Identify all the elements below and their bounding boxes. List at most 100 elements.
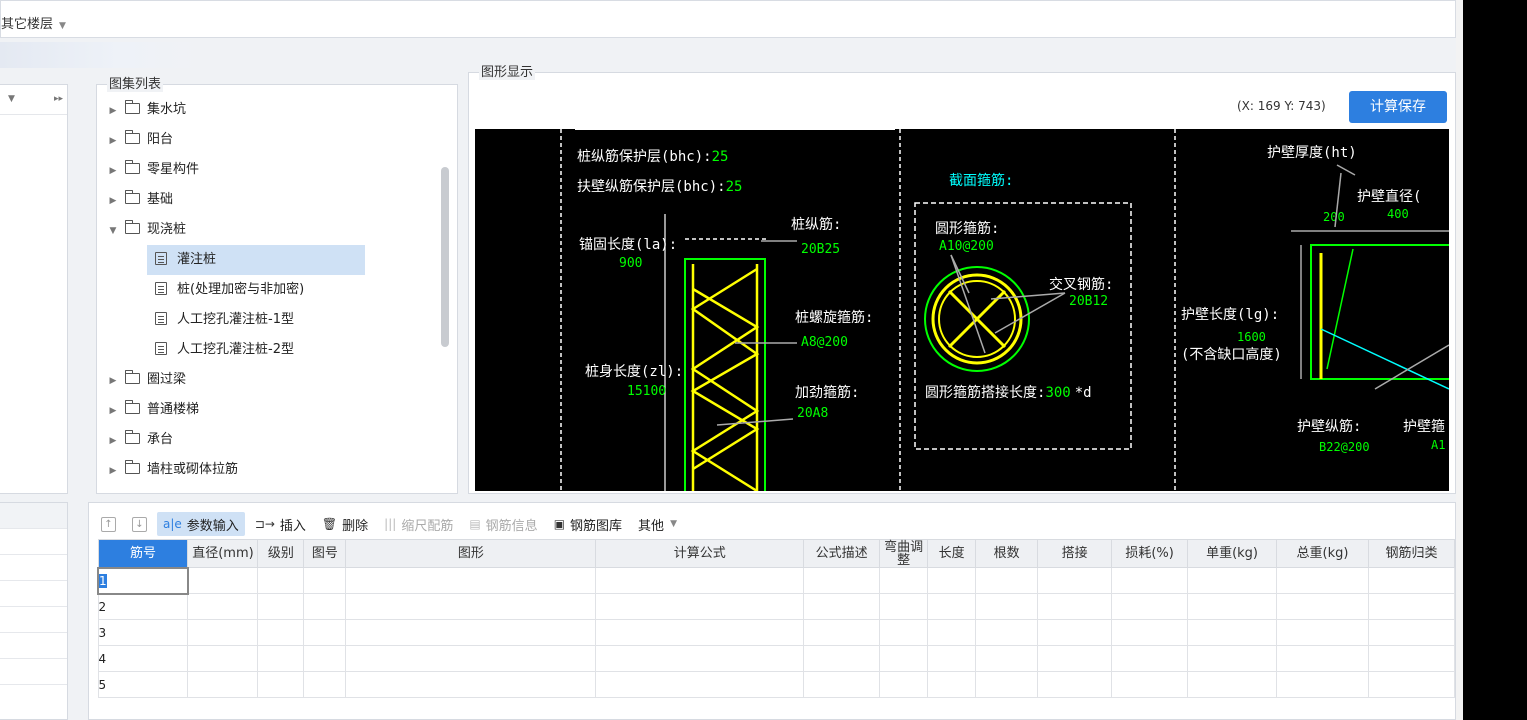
drawing-canvas[interactable]: 桩纵筋保护层(bhc):25 扶壁纵筋保护层(bhc):25 锚固长度(la):…: [475, 129, 1449, 491]
table-row[interactable]: 4: [97, 645, 1456, 672]
move-up-button[interactable]: ↑: [95, 512, 122, 536]
window-scrollbar[interactable]: [1456, 0, 1463, 720]
tree-folder-item[interactable]: ▶ 承台: [107, 425, 437, 455]
table-cell[interactable]: [257, 593, 305, 620]
table-cell[interactable]: [879, 567, 929, 594]
row-number-cell[interactable]: 5: [97, 671, 189, 698]
tree-scrollbar-thumb[interactable]: [441, 167, 449, 347]
table-cell[interactable]: [257, 671, 305, 698]
column-header[interactable]: 钢筋归类: [1367, 539, 1456, 568]
table-cell[interactable]: [803, 645, 881, 672]
bar-library-button[interactable]: ▣ 钢筋图库: [548, 512, 628, 536]
table-cell[interactable]: [257, 645, 305, 672]
table-cell[interactable]: [345, 619, 597, 646]
tree-folder-item[interactable]: ▶ 圈过梁: [107, 365, 437, 395]
table-cell[interactable]: [879, 619, 929, 646]
table-cell[interactable]: [1037, 671, 1113, 698]
chevron-right-icon[interactable]: ▶: [107, 426, 119, 456]
tree-folder-item[interactable]: ▶ 阳台: [107, 125, 437, 155]
row-number-cell[interactable]: 4: [97, 645, 189, 672]
table-cell[interactable]: [1037, 593, 1113, 620]
table-cell[interactable]: [595, 567, 805, 594]
column-header[interactable]: 总重(kg): [1276, 539, 1369, 568]
list-item[interactable]: [0, 503, 67, 529]
table-row[interactable]: 3: [97, 619, 1456, 646]
table-cell[interactable]: [803, 619, 881, 646]
double-chevron-right-icon[interactable]: ▸▸: [54, 94, 63, 104]
scale-bar-button[interactable]: ||| 缩尺配筋: [378, 512, 459, 536]
table-cell[interactable]: [187, 567, 259, 594]
calculate-save-button[interactable]: 计算保存: [1349, 91, 1447, 123]
table-cell[interactable]: [1367, 671, 1456, 698]
table-cell[interactable]: [303, 567, 347, 594]
table-cell[interactable]: [257, 567, 305, 594]
table-cell[interactable]: [345, 593, 597, 620]
table-cell[interactable]: [257, 619, 305, 646]
chevron-right-icon[interactable]: ▶: [107, 366, 119, 396]
insert-button[interactable]: ⊐→ 插入: [249, 512, 312, 536]
table-cell[interactable]: [187, 593, 259, 620]
list-item[interactable]: [0, 633, 67, 659]
table-cell[interactable]: [927, 593, 977, 620]
table-cell[interactable]: [1187, 567, 1278, 594]
table-cell[interactable]: [927, 567, 977, 594]
chevron-down-icon[interactable]: ▼: [107, 216, 119, 246]
table-cell[interactable]: [345, 671, 597, 698]
table-cell[interactable]: [1111, 619, 1189, 646]
list-item[interactable]: [0, 529, 67, 555]
table-row[interactable]: 1: [97, 566, 1456, 595]
param-input-button[interactable]: a|e 参数输入: [157, 512, 245, 536]
column-header[interactable]: 长度: [927, 539, 977, 568]
chevron-right-icon[interactable]: ▶: [107, 456, 119, 486]
table-cell[interactable]: [1037, 619, 1113, 646]
table-cell[interactable]: [1187, 671, 1278, 698]
list-item[interactable]: [0, 607, 67, 633]
table-cell[interactable]: [1187, 593, 1278, 620]
list-item[interactable]: [0, 555, 67, 581]
table-cell[interactable]: [1276, 671, 1369, 698]
table-cell[interactable]: [1276, 593, 1369, 620]
tree-leaf-item[interactable]: 人工挖孔灌注桩-2型: [107, 335, 437, 365]
column-header[interactable]: 图形: [345, 539, 597, 568]
column-header[interactable]: 直径(mm): [187, 539, 259, 568]
table-cell[interactable]: [1187, 645, 1278, 672]
table-cell[interactable]: [975, 645, 1039, 672]
table-cell[interactable]: [879, 593, 929, 620]
table-cell[interactable]: [303, 645, 347, 672]
move-down-button[interactable]: ↓: [126, 512, 153, 536]
other-menu-button[interactable]: 其他 ▼: [632, 512, 683, 536]
table-cell[interactable]: [345, 567, 597, 594]
table-cell[interactable]: [187, 645, 259, 672]
table-cell[interactable]: [1111, 593, 1189, 620]
table-cell[interactable]: [803, 567, 881, 594]
list-item[interactable]: [0, 659, 67, 685]
column-header[interactable]: 单重(kg): [1187, 539, 1278, 568]
table-cell[interactable]: [1367, 619, 1456, 646]
table-cell[interactable]: [927, 671, 977, 698]
table-row[interactable]: 5: [97, 671, 1456, 698]
delete-button[interactable]: 🗑 删除: [316, 512, 374, 536]
table-cell[interactable]: [345, 645, 597, 672]
table-cell[interactable]: [1111, 671, 1189, 698]
tree-folder-item[interactable]: ▶ 零星构件: [107, 155, 437, 185]
table-cell[interactable]: [303, 619, 347, 646]
chevron-right-icon[interactable]: ▶: [107, 96, 119, 126]
table-cell[interactable]: [975, 567, 1039, 594]
column-header[interactable]: 弯曲调整: [879, 539, 929, 568]
table-cell[interactable]: [1367, 645, 1456, 672]
table-cell[interactable]: [803, 593, 881, 620]
table-cell[interactable]: [1037, 567, 1113, 594]
table-cell[interactable]: [879, 671, 929, 698]
table-row[interactable]: 2: [97, 593, 1456, 620]
table-cell[interactable]: [1187, 619, 1278, 646]
column-header[interactable]: 计算公式: [595, 539, 805, 568]
table-cell[interactable]: [595, 671, 805, 698]
column-header[interactable]: 损耗(%): [1111, 539, 1189, 568]
table-cell[interactable]: [803, 671, 881, 698]
tree-leaf-item[interactable]: 灌注桩: [147, 245, 365, 275]
table-cell[interactable]: [1276, 567, 1369, 594]
tree-folder-item[interactable]: ▼ 现浇桩: [107, 215, 437, 245]
floor-selector[interactable]: 其它楼层 ▼: [1, 13, 66, 32]
tree-folder-item[interactable]: ▶ 集水坑: [107, 95, 437, 125]
column-header[interactable]: 根数: [975, 539, 1039, 568]
